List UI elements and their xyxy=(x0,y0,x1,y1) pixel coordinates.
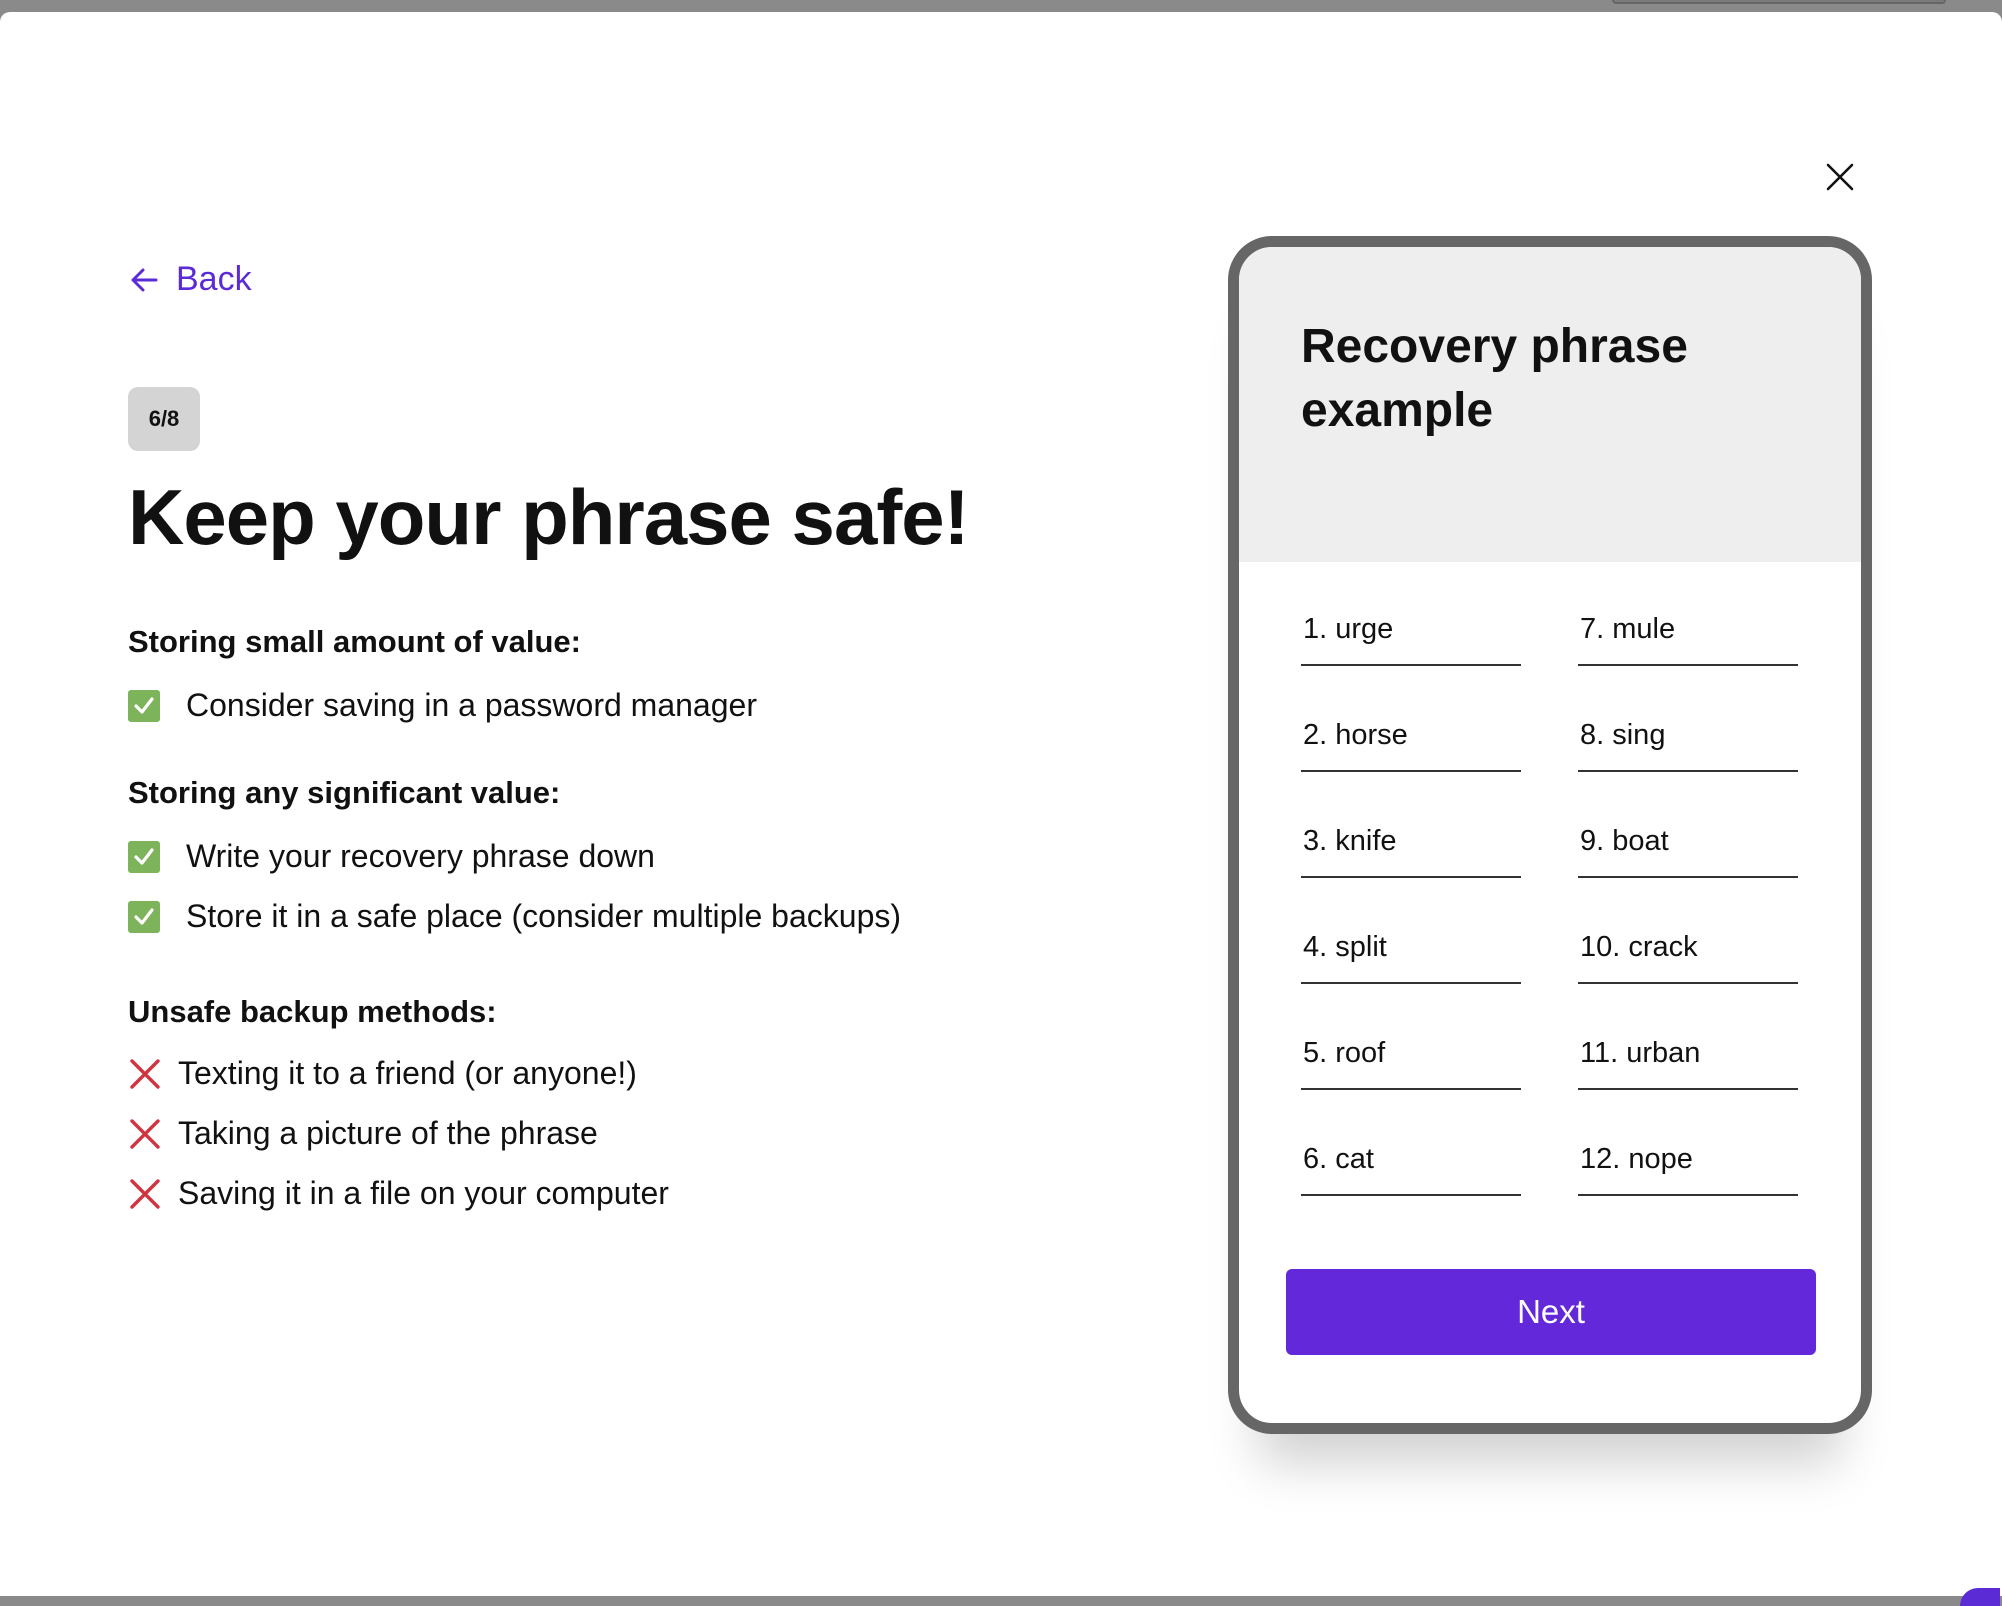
next-button[interactable]: Next xyxy=(1286,1269,1816,1355)
item-text: Store it in a safe place (consider multi… xyxy=(186,898,902,934)
phone-header: Recovery phrase example xyxy=(1239,247,1861,562)
list-item: Write your recovery phrase down xyxy=(128,838,655,875)
arrow-left-icon xyxy=(131,268,158,291)
item-text: Texting it to a friend (or anyone!) xyxy=(178,1055,637,1091)
phrase-word: 2. horse xyxy=(1301,719,1521,772)
phrase-word: 7. mule xyxy=(1578,613,1798,666)
phrase-word: 12. nope xyxy=(1578,1143,1798,1196)
phrase-word: 11. urban xyxy=(1578,1037,1798,1090)
check-icon xyxy=(128,900,160,933)
section-heading-small-value: Storing small amount of value: xyxy=(128,624,581,659)
cross-icon xyxy=(128,1117,162,1151)
check-icon xyxy=(128,689,160,722)
phrase-word: 5. roof xyxy=(1301,1037,1521,1090)
list-item: Texting it to a friend (or anyone!) xyxy=(128,1055,637,1092)
onboarding-modal: Back 6/8 Keep your phrase safe! Storing … xyxy=(0,12,2002,1596)
phone-title: Recovery phrase example xyxy=(1301,320,1688,437)
item-text: Taking a picture of the phrase xyxy=(178,1115,598,1151)
cross-icon xyxy=(128,1177,162,1211)
back-link[interactable]: Back xyxy=(130,260,252,299)
phone-mockup: Recovery phrase example 1. urge 2. horse… xyxy=(1228,236,1872,1434)
item-text: Write your recovery phrase down xyxy=(186,838,655,874)
list-item: Taking a picture of the phrase xyxy=(128,1115,598,1152)
phrase-word: 6. cat xyxy=(1301,1143,1521,1196)
list-item: Consider saving in a password manager xyxy=(128,687,757,724)
check-icon xyxy=(128,840,160,873)
list-item: Store it in a safe place (consider multi… xyxy=(128,898,901,935)
cross-icon xyxy=(128,1057,162,1091)
window-top-widget xyxy=(1612,0,1946,4)
phrase-word: 9. boat xyxy=(1578,825,1798,878)
phrase-word: 3. knife xyxy=(1301,825,1521,878)
page-title: Keep your phrase safe! xyxy=(128,473,970,561)
list-item: Saving it in a file on your computer xyxy=(128,1175,669,1212)
phrase-word: 10. crack xyxy=(1578,931,1798,984)
close-button[interactable] xyxy=(1815,152,1865,202)
item-text: Consider saving in a password manager xyxy=(186,687,757,723)
phrase-word: 8. sing xyxy=(1578,719,1798,772)
back-label: Back xyxy=(176,260,252,298)
phrase-word: 4. split xyxy=(1301,931,1521,984)
close-icon xyxy=(1826,163,1854,191)
section-heading-significant-value: Storing any significant value: xyxy=(128,775,561,810)
item-text: Saving it in a file on your computer xyxy=(178,1175,669,1211)
step-badge: 6/8 xyxy=(128,387,200,451)
section-heading-unsafe-methods: Unsafe backup methods: xyxy=(128,994,497,1029)
phrase-word: 1. urge xyxy=(1301,613,1521,666)
